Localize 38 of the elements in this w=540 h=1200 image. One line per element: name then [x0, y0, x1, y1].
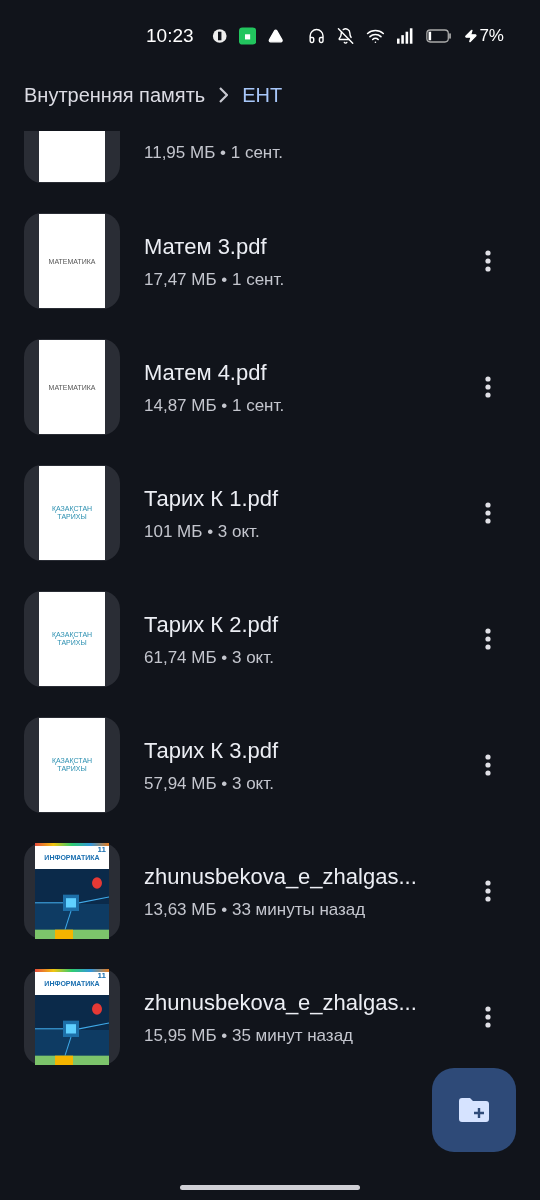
breadcrumb-item[interactable]: ЕНТ [242, 80, 283, 110]
file-details: 14,87 МБ • 1 сент. [144, 394, 286, 417]
file-details: 57,94 МБ • 3 окт. [144, 772, 275, 795]
more-vertical-icon [485, 502, 491, 524]
file-row[interactable]: 11,95 МБ • 1 сент. [0, 131, 540, 198]
file-name: Матем 3.pdf [144, 232, 268, 261]
file-name: Тарих К 2.pdf [144, 610, 280, 639]
muted-bell-icon [336, 26, 354, 46]
headphones-icon [307, 26, 325, 46]
file-name: zhunusbekova_e_zhalgas... [144, 862, 418, 891]
breadcrumb-item[interactable]: Внутренняя память [24, 80, 206, 110]
file-name: Матем 4.pdf [144, 358, 268, 387]
battery-icon [425, 28, 452, 44]
status-time: 10:23 [146, 23, 194, 48]
chevron-right-icon [219, 87, 229, 103]
file-name: Тарих К 3.pdf [144, 736, 280, 765]
new-folder-button[interactable] [432, 1068, 516, 1152]
folder-plus-icon [459, 1098, 489, 1122]
file-details: 17,47 МБ • 1 сент. [144, 268, 286, 291]
file-name: zhunusbekova_e_zhalgas... [144, 988, 418, 1017]
more-vertical-icon [485, 376, 491, 398]
more-vertical-icon [485, 628, 491, 650]
more-vertical-icon [485, 754, 491, 776]
file-details: 11,95 МБ • 1 сент. [144, 142, 284, 165]
signal-icon [396, 27, 414, 45]
file-name: Тарих К 1.pdf [144, 484, 280, 513]
battery-level: 7% [479, 25, 504, 48]
charging-icon [463, 28, 478, 44]
warning-icon [268, 27, 284, 45]
file-details: 15,95 МБ • 35 минут назад [144, 1024, 354, 1047]
grade-number: 11 [97, 972, 106, 980]
more-vertical-icon [485, 880, 491, 902]
more-vertical-icon [485, 1006, 491, 1028]
more-vertical-icon [485, 250, 491, 272]
file-details: 61,74 МБ • 3 окт. [144, 646, 275, 669]
grade-number: 11 [97, 846, 106, 854]
file-details: 13,63 МБ • 33 минуты назад [144, 898, 367, 921]
file-details: 101 МБ • 3 окт. [144, 520, 261, 543]
